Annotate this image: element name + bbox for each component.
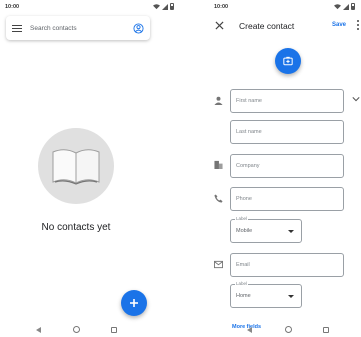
add-photo-icon <box>283 56 293 66</box>
battery-icon <box>351 3 355 10</box>
system-nav-bar <box>0 324 180 336</box>
phone-placeholder: Phone <box>236 196 252 202</box>
more-vert-icon[interactable] <box>357 20 360 30</box>
plus-icon <box>130 299 138 307</box>
company-field[interactable]: Company <box>230 154 344 178</box>
email-field[interactable]: Email <box>230 253 344 277</box>
wifi-icon <box>153 3 160 9</box>
account-circle-icon[interactable] <box>133 22 144 34</box>
phone-label-select[interactable]: Label Mobile <box>230 216 302 243</box>
close-icon[interactable] <box>215 21 224 30</box>
phone-field[interactable]: Phone <box>230 187 344 211</box>
company-placeholder: Company <box>236 163 260 169</box>
first-name-placeholder: First name <box>236 98 262 104</box>
signal-icon <box>343 3 349 10</box>
nav-home-icon[interactable] <box>285 326 292 333</box>
save-button[interactable]: Save <box>332 22 346 28</box>
nav-back-icon[interactable] <box>36 327 41 333</box>
open-book-icon <box>52 149 100 185</box>
battery-icon <box>170 3 174 10</box>
wifi-icon <box>334 3 341 9</box>
create-contact-screen: 10:00 Create contact Save First name Las… <box>181 0 361 337</box>
status-time: 10:00 <box>214 4 229 10</box>
phone-icon <box>214 194 223 203</box>
phone-label-value: Mobile <box>236 228 253 234</box>
signal-icon <box>162 3 168 10</box>
chevron-down-icon[interactable] <box>352 96 360 102</box>
last-name-field[interactable]: Last name <box>230 120 344 144</box>
business-icon <box>214 160 223 169</box>
dropdown-caret-icon <box>288 230 294 233</box>
search-bar[interactable]: Search contacts <box>6 16 150 40</box>
empty-state-illustration <box>38 128 114 204</box>
nav-recents-icon[interactable] <box>111 327 117 333</box>
email-icon <box>214 260 223 269</box>
last-name-placeholder: Last name <box>236 129 262 135</box>
contacts-list-screen: 10:00 Search contacts No contacts yet <box>0 0 180 337</box>
dropdown-caret-icon <box>288 295 294 298</box>
nav-home-icon[interactable] <box>73 326 80 333</box>
status-time: 10:00 <box>5 4 20 10</box>
status-icons <box>334 3 355 10</box>
nav-recents-icon[interactable] <box>323 327 329 333</box>
add-contact-button[interactable] <box>121 290 147 316</box>
add-photo-button[interactable] <box>275 48 301 74</box>
email-label-select[interactable]: Label Home <box>230 281 302 308</box>
status-icons <box>153 3 174 10</box>
search-input[interactable]: Search contacts <box>30 25 133 32</box>
email-label-caption: Label <box>235 281 249 286</box>
first-name-field[interactable]: First name <box>230 89 344 113</box>
menu-icon[interactable] <box>12 24 22 32</box>
page-title: Create contact <box>239 21 295 31</box>
email-placeholder: Email <box>236 262 250 268</box>
empty-state-message: No contacts yet <box>41 222 111 233</box>
person-icon <box>214 96 223 105</box>
email-label-value: Home <box>236 293 251 299</box>
nav-back-icon[interactable] <box>247 327 252 333</box>
phone-label-caption: Label <box>235 216 249 221</box>
